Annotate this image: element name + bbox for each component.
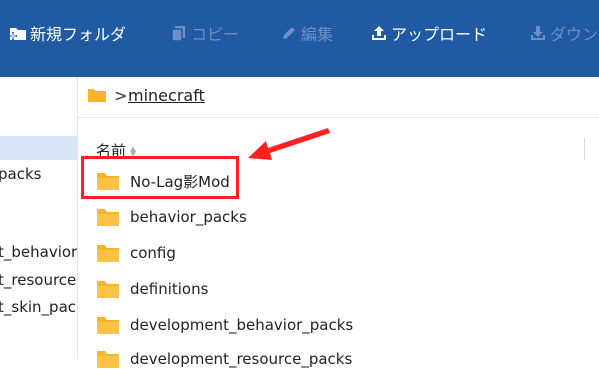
pencil-icon bbox=[283, 27, 295, 39]
folder-icon bbox=[97, 281, 119, 298]
sidebar: packs t_behavior t_resource t_skin_pac bbox=[0, 77, 78, 359]
list-item-name: definitions bbox=[130, 280, 209, 298]
sidebar-item-skin-pack[interactable]: t_skin_pac bbox=[0, 295, 77, 319]
sidebar-item-resource[interactable]: t_resource bbox=[0, 268, 77, 292]
download-icon bbox=[531, 26, 545, 40]
download-label: ダウン bbox=[550, 25, 599, 44]
breadcrumb: > minecraft bbox=[78, 77, 599, 118]
toolbar: 新規フォルダ コピー 編集 アップロード ダウン bbox=[0, 0, 599, 77]
sidebar-item-label: t_skin_pac bbox=[0, 298, 77, 316]
list-item[interactable]: behavior_packs bbox=[96, 204, 247, 230]
new-folder-button[interactable]: 新規フォルダ bbox=[9, 22, 126, 44]
list-item[interactable]: config bbox=[96, 240, 176, 266]
list-item-name: development_resource_packs bbox=[130, 350, 353, 368]
edit-label: 編集 bbox=[301, 25, 334, 44]
highlight-box bbox=[81, 156, 239, 199]
new-folder-label: 新規フォルダ bbox=[30, 25, 127, 44]
sidebar-item-label: t_resource bbox=[0, 271, 77, 289]
list-item[interactable]: definitions bbox=[96, 276, 208, 302]
folder-icon bbox=[97, 245, 119, 262]
column-divider[interactable] bbox=[584, 138, 585, 160]
breadcrumb-separator: > bbox=[114, 86, 128, 105]
list-item-name: behavior_packs bbox=[130, 208, 247, 226]
list-item[interactable]: development_resource_packs bbox=[96, 346, 352, 372]
breadcrumb-current[interactable]: minecraft bbox=[128, 86, 205, 105]
folder-icon bbox=[97, 317, 119, 334]
folder-icon bbox=[97, 351, 119, 368]
upload-button[interactable]: アップロード bbox=[370, 22, 487, 44]
upload-label: アップロード bbox=[391, 25, 488, 44]
sidebar-item-behavior[interactable]: t_behavior bbox=[0, 240, 77, 264]
copy-button[interactable]: コピー bbox=[170, 22, 239, 44]
sidebar-item-packs[interactable]: packs bbox=[0, 162, 77, 186]
download-button[interactable]: ダウン bbox=[529, 22, 598, 44]
list-item[interactable]: development_behavior_packs bbox=[96, 312, 353, 338]
list-item-name: development_behavior_packs bbox=[130, 316, 354, 334]
file-list: 名前 ▲ ▼ No-Lag影Mod behavior_packs config d… bbox=[78, 118, 599, 368]
copy-label: コピー bbox=[191, 25, 240, 44]
sidebar-item-label: t_behavior bbox=[0, 243, 77, 261]
edit-button[interactable]: 編集 bbox=[280, 22, 333, 44]
folder-icon bbox=[97, 209, 119, 226]
sidebar-item-label: packs bbox=[0, 165, 42, 183]
copy-icon bbox=[171, 26, 185, 42]
new-folder-icon bbox=[9, 28, 26, 40]
upload-icon bbox=[372, 26, 386, 40]
folder-icon[interactable] bbox=[87, 87, 107, 103]
list-item-name: config bbox=[130, 244, 176, 262]
sort-icon: ▲ ▼ bbox=[130, 143, 137, 158]
sidebar-item-selected[interactable] bbox=[0, 136, 77, 160]
